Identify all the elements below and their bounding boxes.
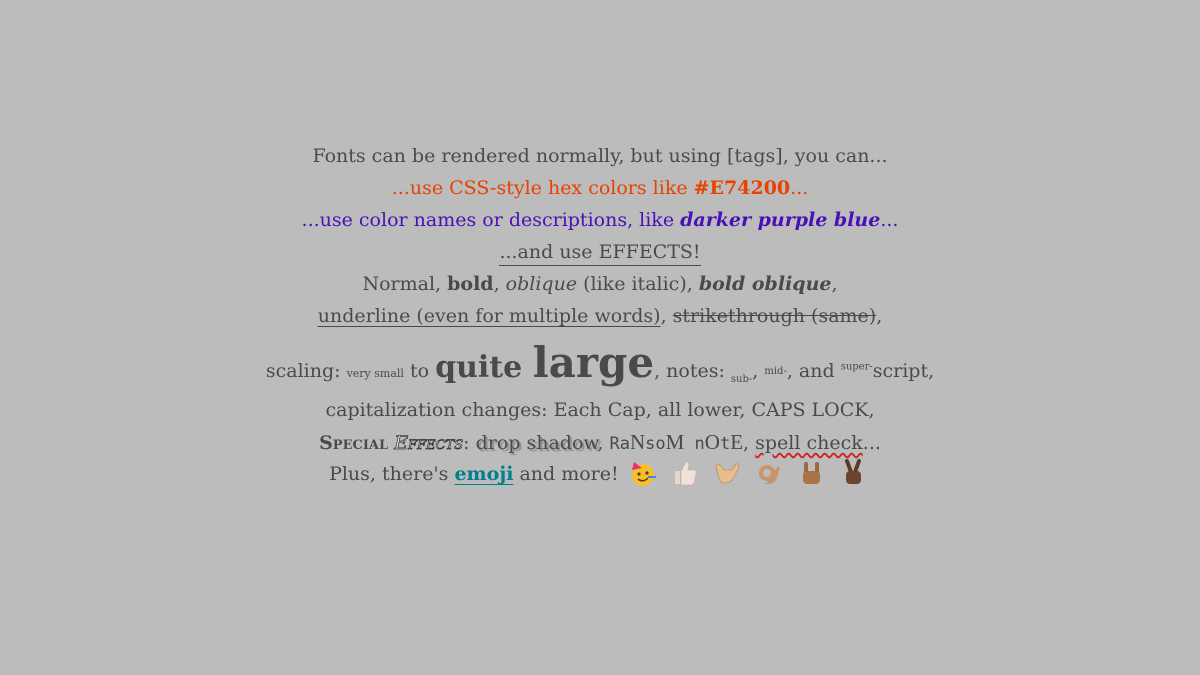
- line-underline-strike: underline (even for multiple words), str…: [0, 300, 1200, 332]
- large-text: large: [532, 338, 655, 387]
- thumbs-up-light-icon: [670, 458, 700, 488]
- color-description: darker purple blue: [680, 209, 881, 231]
- script-text: script,: [872, 360, 935, 382]
- scaling-label: scaling:: [265, 360, 347, 382]
- notes-label: , notes:: [654, 360, 731, 382]
- ransom-piece: O: [704, 430, 720, 454]
- spell-check-text: spell check: [755, 432, 863, 454]
- comma: ,: [493, 273, 506, 295]
- hex-text: ...use CSS-style hex colors like: [391, 177, 694, 199]
- quite-text: quite: [435, 350, 533, 385]
- ransom-piece: so: [645, 434, 666, 454]
- colon: :: [463, 432, 476, 454]
- ransom-piece: n: [684, 434, 705, 454]
- hex-code: #E74200: [693, 177, 791, 199]
- like-italic-text: (like italic),: [577, 273, 699, 295]
- bold-text: bold: [447, 273, 494, 295]
- oblique-text: oblique: [505, 273, 578, 295]
- intro-text: Fonts can be rendered normally, but usin…: [312, 145, 888, 167]
- comma: ,: [660, 305, 673, 327]
- text-showcase: Fonts can be rendered normally, but usin…: [0, 140, 1200, 490]
- partying-face-icon: [628, 458, 658, 488]
- line-hex-colors: ...use CSS-style hex colors like #E74200…: [0, 172, 1200, 204]
- drop-shadow-text: drop shadow: [475, 432, 598, 454]
- superscript-text: super-: [840, 361, 873, 373]
- capitalization-text: capitalization changes: Each Cap, all lo…: [325, 399, 875, 421]
- ransom-piece: E: [730, 430, 744, 454]
- subscript-text: sub-: [730, 373, 753, 385]
- midscript-text: mid-: [764, 366, 787, 377]
- comma: ,: [876, 305, 883, 327]
- line-intro: Fonts can be rendered normally, but usin…: [0, 140, 1200, 172]
- line-scaling: scaling: very small to quite large, note…: [0, 332, 1200, 394]
- line-color-names: ...use color names or descriptions, like…: [0, 204, 1200, 236]
- line-special-effects: Special Effects: drop shadow, RaNsoM nOt…: [0, 426, 1200, 458]
- normal-text: Normal,: [362, 273, 448, 295]
- bold-oblique-text: bold oblique: [698, 273, 832, 295]
- victory-hand-dark-icon: [838, 458, 868, 488]
- strikethrough-text: strikethrough (same): [672, 305, 877, 327]
- line-effects-heading: ...and use EFFECTS!: [0, 236, 1200, 268]
- ransom-note-text: RaNsoM nOtE: [609, 430, 744, 454]
- hex-ellipsis: ...: [790, 177, 809, 199]
- ellipsis: ...: [862, 432, 881, 454]
- ransom-piece: M: [665, 430, 685, 454]
- ransom-piece: N: [629, 430, 646, 454]
- underline-text: underline (even for multiple words): [317, 305, 661, 327]
- line-emoji: Plus, there's emoji and more!: [0, 458, 1200, 490]
- effects-outline-text: Effects: [394, 432, 464, 455]
- comma: ,: [752, 360, 765, 382]
- sign-of-horns-medium-dark-icon: [796, 458, 826, 488]
- comma: ,: [743, 432, 756, 454]
- comma: ,: [597, 432, 610, 454]
- and-more-text: and more!: [513, 463, 619, 485]
- ok-hand-medium-icon: [754, 458, 784, 488]
- color-ellipsis: ...: [880, 209, 899, 231]
- plus-text: Plus, there's: [329, 463, 455, 485]
- and-text: , and: [786, 360, 841, 382]
- very-small-text: very small: [346, 367, 404, 380]
- effects-heading: ...and use EFFECTS!: [499, 241, 701, 266]
- line-styles: Normal, bold, oblique (like italic), bol…: [0, 268, 1200, 300]
- line-capitalization: capitalization changes: Each Cap, all lo…: [0, 394, 1200, 426]
- ransom-piece: Ra: [609, 434, 630, 454]
- to-text: to: [403, 360, 436, 382]
- color-names-text: ...use color names or descriptions, like: [301, 209, 681, 231]
- comma: ,: [831, 273, 838, 295]
- call-me-hand-medium-light-icon: [712, 458, 742, 488]
- ransom-piece: t: [719, 434, 731, 454]
- emoji-link[interactable]: emoji: [454, 463, 513, 485]
- special-text: Special: [319, 432, 389, 454]
